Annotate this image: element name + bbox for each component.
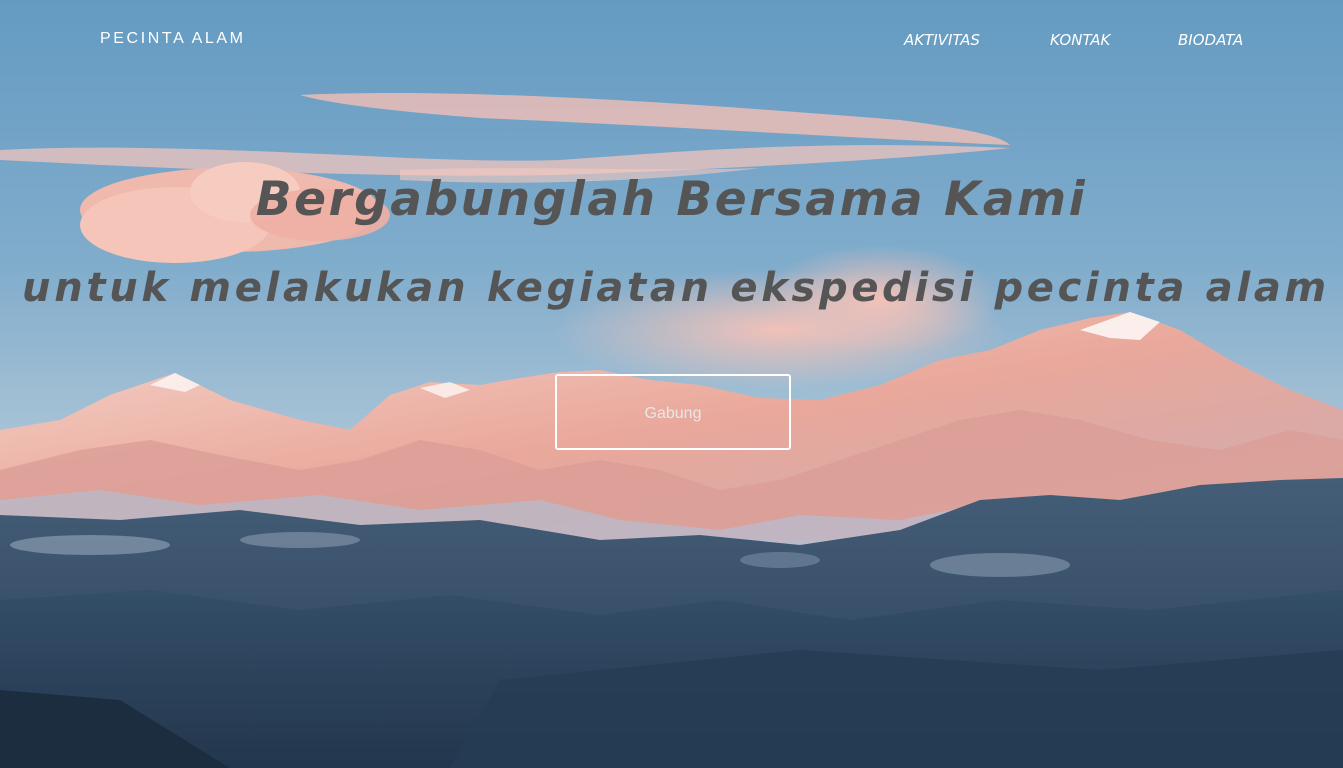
nav-item-kontak[interactable]: KONTAK: [1050, 31, 1110, 49]
hero-headline: Bergabunglah Bersama Kami: [255, 172, 1088, 227]
nav-item-aktivitas[interactable]: AKTIVITAS: [904, 31, 980, 49]
hero-section: PECINTA ALAM AKTIVITAS KONTAK BIODATA Be…: [0, 0, 1343, 768]
nav-item-biodata[interactable]: BIODATA: [1178, 31, 1243, 49]
main-navigation: AKTIVITAS KONTAK BIODATA: [0, 31, 1343, 51]
join-button[interactable]: Gabung: [555, 374, 791, 450]
hero-subheadline: untuk melakukan kegiatan ekspedisi pecin…: [22, 265, 1330, 311]
